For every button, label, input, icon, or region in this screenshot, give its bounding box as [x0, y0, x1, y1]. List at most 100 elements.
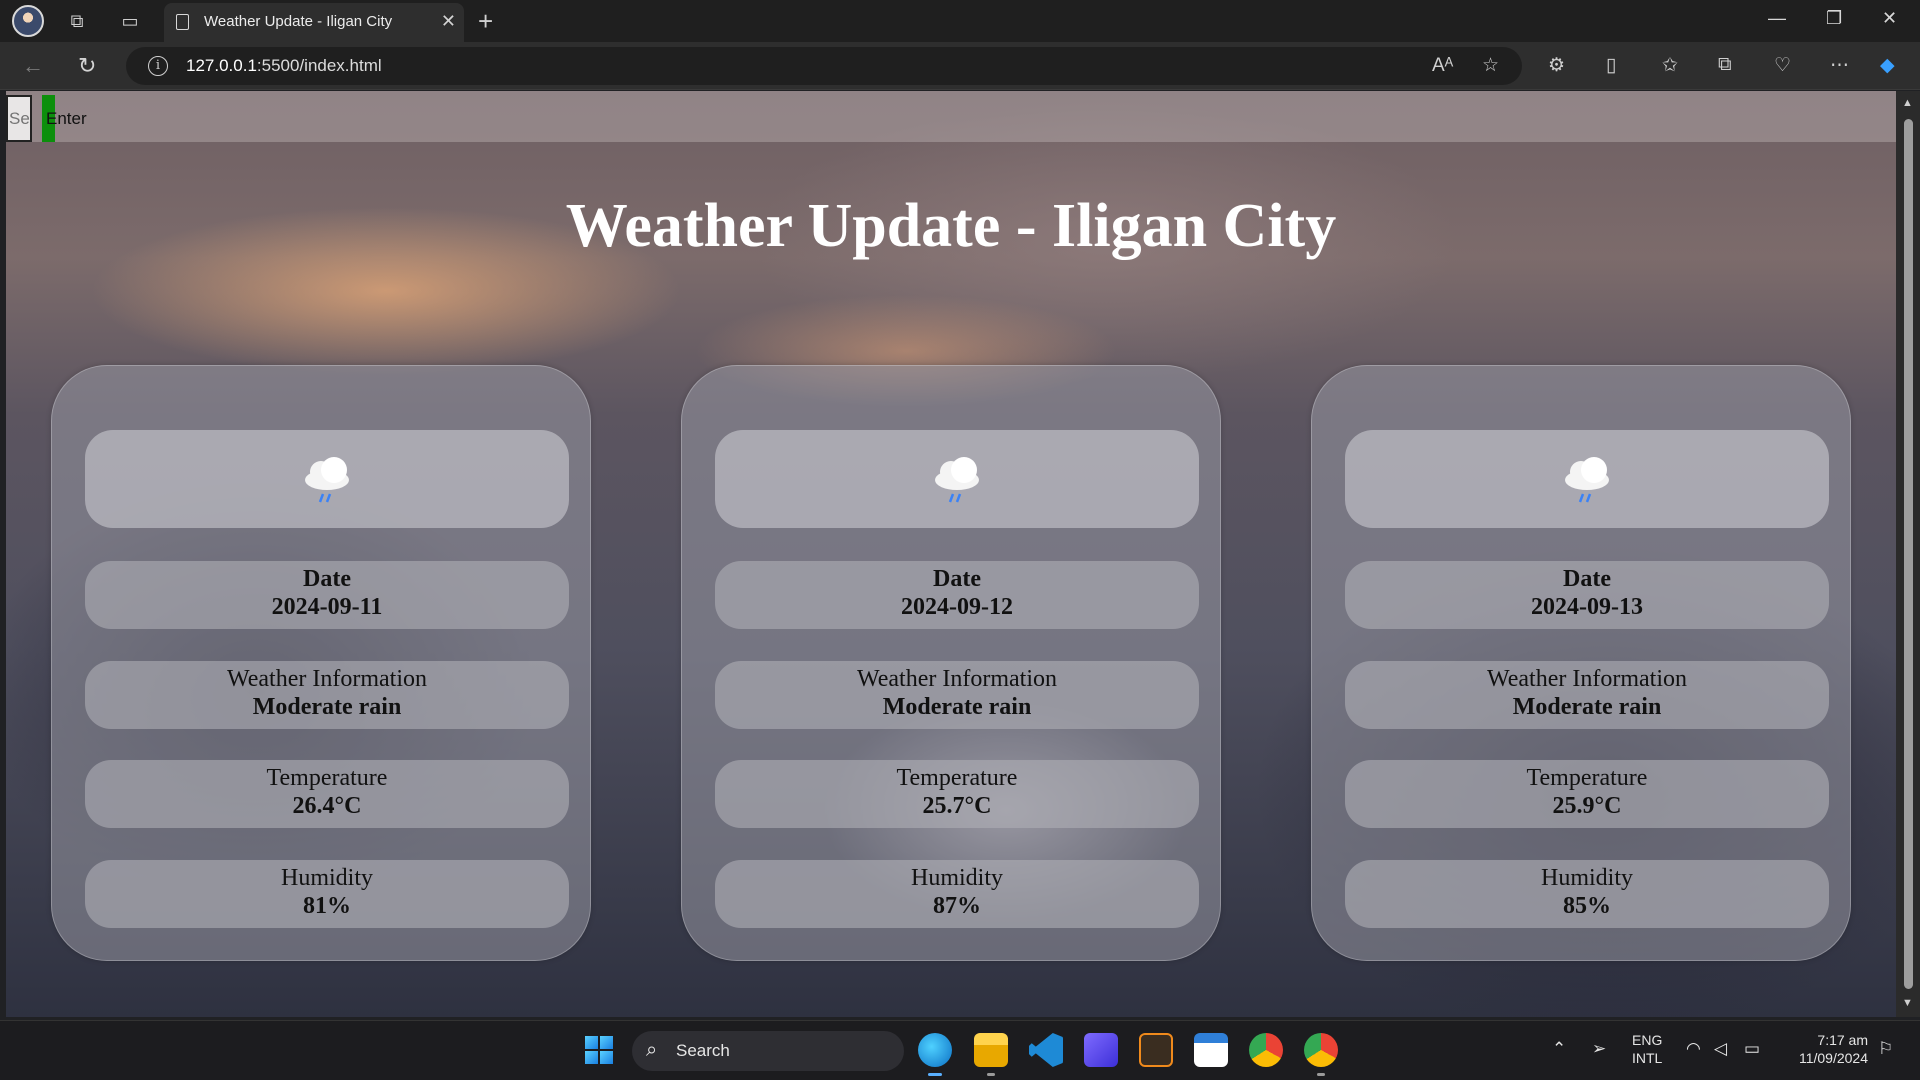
url-path: :5500/index.html	[256, 56, 382, 75]
humidity-value: 85%	[1563, 893, 1611, 919]
enter-button[interactable]: Enter	[42, 95, 87, 142]
page-icon	[176, 14, 189, 30]
weather-info-value: Moderate rain	[1512, 694, 1662, 720]
weather-info-row: Weather Information Moderate rain	[715, 661, 1199, 729]
language-line-2: INTL	[1632, 1050, 1663, 1066]
battery-icon[interactable]: ▭	[1744, 1039, 1760, 1059]
clock[interactable]: 7:17 am 11/09/2024	[1786, 1031, 1868, 1067]
weather-info-label: Weather Information	[227, 666, 427, 692]
url-text[interactable]: 127.0.0.1:5500/index.html	[186, 56, 382, 76]
search-icon: ⌕	[646, 1039, 658, 1061]
date-value: 2024-09-12	[901, 594, 1013, 620]
info-icon[interactable]: i	[148, 56, 168, 76]
read-aloud-icon[interactable]: Aᴬ	[1432, 55, 1453, 77]
minimize-icon[interactable]: —	[1768, 8, 1786, 29]
weather-icon-box	[85, 430, 569, 528]
start-menu-icon[interactable]	[585, 1036, 613, 1064]
scroll-up-icon[interactable]: ▲	[1902, 97, 1913, 109]
humidity-label: Humidity	[280, 865, 373, 891]
tab-title: Weather Update - Iligan City	[204, 13, 393, 30]
forecast-card: Date 2024-09-12 Weather Information Mode…	[681, 365, 1221, 961]
vertical-tabs-icon[interactable]: ▭	[117, 9, 143, 33]
close-tab-icon[interactable]: ✕	[441, 11, 456, 32]
show-hidden-icons-icon[interactable]: ⌃	[1552, 1039, 1566, 1059]
file-explorer-app-icon[interactable]	[974, 1033, 1008, 1076]
weather-info-value: Moderate rain	[882, 694, 1032, 720]
collections-icon[interactable]: ⧉	[1718, 54, 1732, 76]
date-row: Date 2024-09-11	[85, 561, 569, 629]
notifications-icon[interactable]: ⚐	[1878, 1039, 1893, 1059]
more-menu-icon[interactable]: ⋯	[1830, 54, 1849, 77]
temperature-row: Temperature 26.4°C	[85, 760, 569, 828]
location-icon[interactable]: ➢	[1592, 1039, 1606, 1059]
temperature-label: Temperature	[896, 765, 1018, 791]
taskbar: ⌕ Search ⌃ ➢ ENG INTL ◠ ◁ ▭ 7:17 am 11/0…	[0, 1020, 1920, 1080]
browser-tab[interactable]: Weather Update - Iligan City ✕	[164, 3, 464, 42]
humidity-value: 87%	[933, 893, 981, 919]
search-bar: Enter	[6, 91, 1896, 142]
scroll-down-icon[interactable]: ▼	[1902, 997, 1913, 1009]
weather-info-row: Weather Information Moderate rain	[85, 661, 569, 729]
url-host: 127.0.0.1	[186, 56, 257, 75]
weather-icon-box	[715, 430, 1199, 528]
date-row: Date 2024-09-13	[1345, 561, 1829, 629]
taskbar-search-label: Search	[676, 1041, 730, 1060]
extensions-icon[interactable]: ⚙	[1548, 54, 1565, 77]
restore-icon[interactable]: ❐	[1826, 8, 1842, 29]
rain-cloud-icon	[935, 457, 979, 503]
humidity-row: Humidity 81%	[85, 860, 569, 928]
date-label: Date	[933, 566, 981, 592]
humidity-label: Humidity	[910, 865, 1003, 891]
rain-cloud-icon	[1565, 457, 1609, 503]
copilot-icon[interactable]: ◆	[1880, 54, 1895, 77]
wifi-icon[interactable]: ◠	[1686, 1039, 1701, 1059]
profile-avatar[interactable]	[12, 5, 44, 37]
text-editor-app-icon[interactable]	[1084, 1033, 1118, 1067]
web-page: Enter Weather Update - Iligan City Date …	[6, 91, 1896, 1017]
edge-app-icon[interactable]	[918, 1033, 952, 1076]
vscode-app-icon[interactable]	[1029, 1033, 1063, 1067]
date-label: Date	[1563, 566, 1611, 592]
language-line-1: ENG	[1632, 1032, 1663, 1048]
temperature-row: Temperature 25.7°C	[715, 760, 1199, 828]
forecast-card: Date 2024-09-13 Weather Information Mode…	[1311, 365, 1851, 961]
humidity-row: Humidity 85%	[1345, 860, 1829, 928]
date-value: 2024-09-11	[271, 594, 383, 620]
search-input[interactable]	[6, 95, 32, 142]
back-icon[interactable]: ←	[22, 53, 44, 79]
humidity-row: Humidity 87%	[715, 860, 1199, 928]
weather-icon-box	[1345, 430, 1829, 528]
weather-info-row: Weather Information Moderate rain	[1345, 661, 1829, 729]
split-screen-icon[interactable]: ▯	[1606, 54, 1616, 77]
favorite-star-icon[interactable]: ☆	[1482, 54, 1499, 77]
page-title: Weather Update - Iligan City	[565, 192, 1337, 260]
refresh-icon[interactable]: ↻	[78, 53, 96, 79]
chrome-profile-app-icon[interactable]	[1304, 1033, 1338, 1076]
clock-date: 11/09/2024	[1798, 1050, 1868, 1066]
language-indicator[interactable]: ENG INTL	[1632, 1031, 1662, 1067]
taskbar-search[interactable]: ⌕ Search	[632, 1031, 904, 1071]
browser-essentials-icon[interactable]: ♡	[1774, 54, 1791, 77]
scroll-thumb[interactable]	[1904, 119, 1913, 989]
page-scrollbar[interactable]: ▲ ▼	[1896, 91, 1920, 1017]
forecast-card: Date 2024-09-11 Weather Information Mode…	[51, 365, 591, 961]
weather-info-label: Weather Information	[857, 666, 1057, 692]
new-tab-icon[interactable]: +	[478, 6, 493, 37]
address-bar[interactable]: i 127.0.0.1:5500/index.html Aᴬ ☆	[126, 47, 1522, 85]
weather-info-label: Weather Information	[1487, 666, 1687, 692]
store-app-icon[interactable]	[1194, 1033, 1228, 1067]
temperature-label: Temperature	[1526, 765, 1648, 791]
temperature-value: 25.9°C	[1552, 793, 1622, 819]
volume-icon[interactable]: ◁	[1714, 1039, 1727, 1059]
workspaces-icon[interactable]: ⧉	[64, 9, 90, 33]
chrome-app-icon[interactable]	[1249, 1033, 1283, 1067]
temperature-value: 26.4°C	[292, 793, 362, 819]
favorites-icon[interactable]: ✩	[1662, 54, 1678, 77]
humidity-label: Humidity	[1540, 865, 1633, 891]
close-window-icon[interactable]: ✕	[1882, 8, 1897, 29]
temperature-row: Temperature 25.9°C	[1345, 760, 1829, 828]
sublime-app-icon[interactable]	[1139, 1033, 1173, 1067]
weather-info-value: Moderate rain	[252, 694, 402, 720]
rain-cloud-icon	[305, 457, 349, 503]
date-label: Date	[303, 566, 351, 592]
